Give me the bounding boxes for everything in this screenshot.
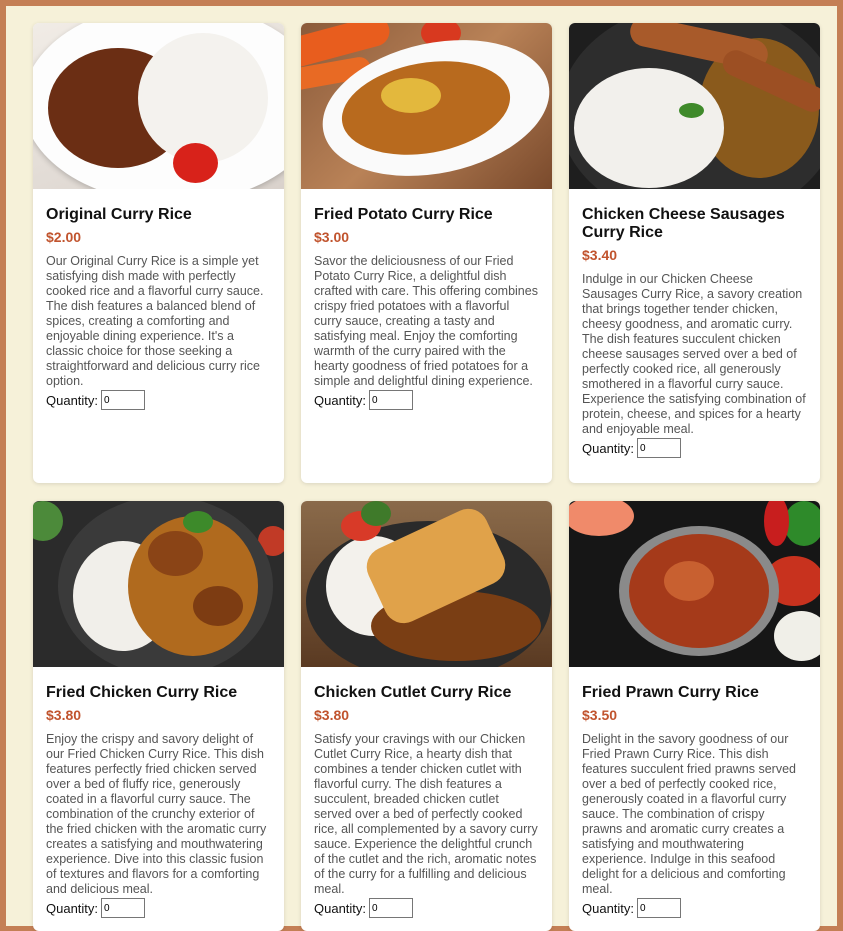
item-description: Delight in the savory goodness of our Fr… — [582, 732, 796, 896]
item-name: Chicken Cheese Sausages Curry Rice — [582, 206, 785, 241]
menu-item-card: Fried Potato Curry Rice $3.00 Savor the … — [301, 23, 552, 483]
quantity-row: Quantity: — [314, 898, 539, 918]
item-price: $3.00 — [314, 229, 350, 245]
quantity-label: Quantity: — [46, 900, 99, 916]
menu-panel: Original Curry Rice $2.00 Our Original C… — [6, 6, 837, 931]
quantity-row: Quantity: — [582, 898, 807, 918]
item-description: Indulge in our Chicken Cheese Sausages C… — [582, 272, 806, 436]
quantity-label: Quantity: — [314, 392, 367, 408]
item-description: Savor the deliciousness of our Fried Pot… — [314, 254, 538, 388]
item-price: $3.80 — [314, 707, 350, 723]
item-description: Enjoy the crispy and savory delight of o… — [46, 732, 267, 896]
menu-item-card: Chicken Cutlet Curry Rice $3.80 Satisfy … — [301, 501, 552, 931]
menu-item-card: Fried Chicken Curry Rice $3.80 Enjoy the… — [33, 501, 284, 931]
menu-item-card: Chicken Cheese Sausages Curry Rice $3.40… — [569, 23, 820, 483]
quantity-label: Quantity: — [46, 392, 99, 408]
quantity-label: Quantity: — [582, 900, 635, 916]
item-name: Fried Potato Curry Rice — [314, 206, 493, 223]
item-description: Our Original Curry Rice is a simple yet … — [46, 254, 264, 388]
dish-photo — [33, 501, 284, 667]
dish-photo — [301, 23, 552, 189]
quantity-label: Quantity: — [582, 440, 635, 456]
quantity-row: Quantity: — [46, 898, 271, 918]
dish-photo — [301, 501, 552, 667]
quantity-row: Quantity: — [46, 390, 271, 410]
quantity-row: Quantity: — [582, 438, 807, 458]
item-price: $3.50 — [582, 707, 618, 723]
dish-photo — [569, 23, 820, 189]
item-price: $3.40 — [582, 247, 618, 263]
dish-photo — [33, 23, 284, 189]
quantity-input[interactable] — [369, 390, 414, 410]
item-name: Chicken Cutlet Curry Rice — [314, 684, 512, 701]
item-name: Fried Prawn Curry Rice — [582, 684, 759, 701]
quantity-input[interactable] — [369, 898, 414, 918]
quantity-label: Quantity: — [314, 900, 367, 916]
quantity-input[interactable] — [101, 898, 146, 918]
menu-item-card: Original Curry Rice $2.00 Our Original C… — [33, 23, 284, 483]
quantity-input[interactable] — [101, 390, 146, 410]
item-price: $2.00 — [46, 229, 82, 245]
quantity-input[interactable] — [637, 438, 682, 458]
quantity-row: Quantity: — [314, 390, 539, 410]
quantity-input[interactable] — [637, 898, 682, 918]
dish-photo — [569, 501, 820, 667]
item-name: Original Curry Rice — [46, 206, 192, 223]
item-name: Fried Chicken Curry Rice — [46, 684, 238, 701]
item-price: $3.80 — [46, 707, 82, 723]
menu-item-card: Fried Prawn Curry Rice $3.50 Delight in … — [569, 501, 820, 931]
item-description: Satisfy your cravings with our Chicken C… — [314, 732, 538, 896]
